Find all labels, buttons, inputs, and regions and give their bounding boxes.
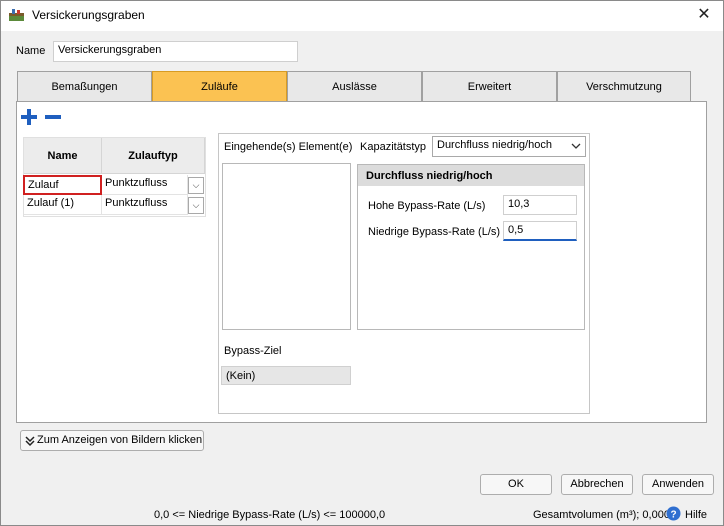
tab-zulaeufe[interactable]: Zuläufe (152, 71, 287, 102)
low-bypass-label: Niedrige Bypass-Rate (L/s) (368, 226, 501, 238)
chevron-down-icon[interactable]: ⌵ (188, 197, 204, 214)
help-link[interactable]: Hilfe (685, 509, 707, 521)
package-icon (8, 8, 26, 22)
table-row-name[interactable]: Zulauf (23, 175, 102, 195)
flow-group (357, 164, 585, 330)
svg-text:?: ? (670, 510, 676, 521)
table-row-type[interactable]: Punktzufluss (102, 195, 188, 215)
capacity-type-label: Kapazitätstyp (360, 141, 427, 153)
tab-verschmutzung[interactable]: Verschmutzung (557, 71, 691, 102)
constraint-status: 0,0 <= Niedrige Bypass-Rate (L/s) <= 100… (154, 509, 386, 521)
high-bypass-label: Hohe Bypass-Rate (L/s) (368, 200, 486, 212)
incoming-elements-list[interactable] (222, 163, 351, 330)
tab-auslaesse[interactable]: Auslässe (287, 71, 422, 102)
chevron-down-icon (570, 140, 582, 152)
tab-erweitert[interactable]: Erweitert (422, 71, 557, 102)
capacity-type-select[interactable]: Durchfluss niedrig/hoch (432, 136, 586, 157)
name-label: Name (16, 45, 46, 57)
window-title: Versickerungsgraben (32, 8, 145, 22)
table-row-type[interactable]: Punktzufluss (102, 175, 188, 195)
show-images-button[interactable]: Zum Anzeigen von Bildern klicken (20, 430, 204, 451)
help-icon[interactable]: ? (666, 506, 681, 521)
total-volume-status: Gesamtvolumen (m³); 0,000 (533, 509, 670, 521)
chevron-down-icon[interactable]: ⌵ (188, 177, 204, 194)
bypass-target-label: Bypass-Ziel (224, 345, 282, 357)
tab-bemassungen[interactable]: Bemaßungen (17, 71, 152, 102)
high-bypass-input[interactable]: 10,3 (503, 195, 577, 215)
apply-button[interactable]: Anwenden (642, 474, 714, 495)
ok-button[interactable]: OK (480, 474, 552, 495)
close-icon[interactable]: ✕ (692, 4, 716, 26)
column-header-type[interactable]: Zulauftyp (102, 138, 205, 174)
flow-group-title: Durchfluss niedrig/hoch (366, 170, 493, 182)
column-header-name[interactable]: Name (24, 138, 102, 174)
low-bypass-input[interactable]: 0,5 (503, 221, 577, 241)
double-chevron-down-icon (25, 435, 35, 450)
remove-icon[interactable] (44, 108, 62, 126)
show-images-label: Zum Anzeigen von Bildern klicken (37, 434, 203, 446)
cancel-button[interactable]: Abbrechen (561, 474, 633, 495)
name-input[interactable]: Versickerungsgraben (53, 41, 298, 62)
add-icon[interactable] (20, 108, 38, 126)
table-row-name[interactable]: Zulauf (1) (24, 195, 102, 215)
bypass-target-field[interactable]: (Kein) (221, 366, 351, 385)
incoming-elements-label: Eingehende(s) Element(e) (224, 141, 353, 153)
